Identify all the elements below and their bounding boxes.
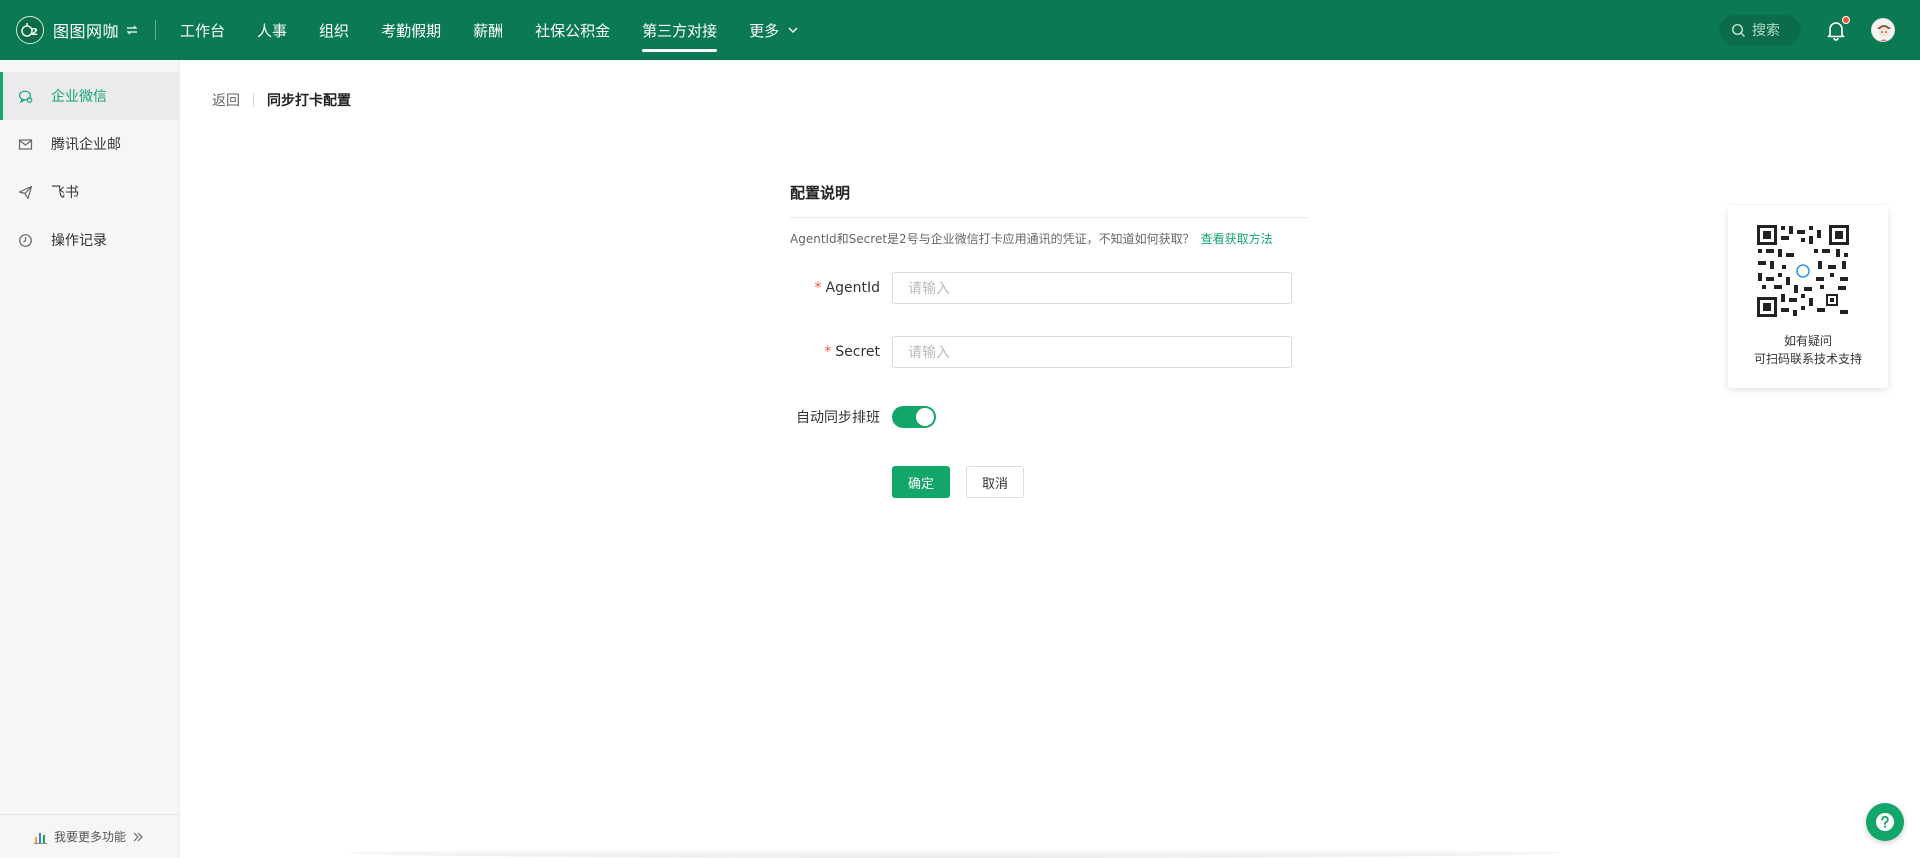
notification-badge	[1842, 16, 1850, 24]
nav-label: 社保公积金	[535, 21, 611, 40]
help-link[interactable]: 查看获取方法	[1201, 232, 1273, 246]
form-description: AgentId和Secret是2号与企业微信打卡应用通讯的凭证，不知道如何获取？…	[790, 230, 1310, 247]
search-placeholder: 搜索	[1752, 23, 1780, 39]
required-mark: *	[824, 344, 832, 360]
secret-input[interactable]: 请输入	[892, 336, 1292, 368]
field-label: Secret	[835, 344, 880, 360]
qr-caption-line2: 可扫码联系技术支持	[1753, 352, 1862, 366]
agentid-row: * AgentId 请输入	[790, 272, 1310, 304]
confirm-button[interactable]: 确定	[892, 466, 950, 498]
nav-personnel[interactable]: 人事	[241, 0, 303, 60]
header-actions: 搜索	[1719, 0, 1920, 60]
description-text: AgentId和Secret是2号与企业微信打卡应用通讯的凭证，不知道如何获取？	[790, 232, 1195, 246]
avatar[interactable]	[1871, 18, 1895, 42]
nav-organization[interactable]: 组织	[303, 0, 365, 60]
svg-text:2: 2	[31, 27, 38, 38]
qr-code-icon	[1756, 224, 1850, 318]
cancel-button[interactable]: 取消	[966, 466, 1024, 498]
nav-more[interactable]: 更多	[733, 0, 815, 60]
app-logo-icon: 2	[16, 16, 44, 44]
user-avatar-icon	[1872, 19, 1894, 41]
sidebar-item-label: 腾讯企业邮	[51, 137, 121, 153]
nav-social-insurance[interactable]: 社保公积金	[519, 0, 626, 60]
secret-label: * Secret	[790, 344, 892, 360]
search-box[interactable]: 搜索	[1719, 15, 1801, 45]
input-placeholder: 请输入	[908, 345, 950, 361]
nav-label: 薪酬	[473, 21, 504, 40]
nav-label: 人事	[257, 21, 288, 40]
nav-divider	[155, 20, 157, 40]
footer-shadow	[350, 848, 1560, 858]
nav-label: 考勤假期	[381, 21, 442, 40]
config-form: 配置说明 AgentId和Secret是2号与企业微信打卡应用通讯的凭证，不知道…	[790, 182, 1310, 498]
field-label: AgentId	[825, 280, 880, 296]
breadcrumb: 返回 同步打卡配置	[212, 90, 351, 110]
qr-caption: 如有疑问 可扫码联系技术支持	[1728, 332, 1888, 368]
agentid-input[interactable]: 请输入	[892, 272, 1292, 304]
nav-label: 组织	[319, 21, 350, 40]
chevron-down-icon	[788, 27, 798, 33]
breadcrumb-separator	[253, 93, 254, 107]
bar-chart-icon	[34, 832, 47, 844]
nav-label: 第三方对接	[642, 21, 718, 40]
form-title: 配置说明	[790, 182, 1310, 218]
search-icon	[1731, 23, 1745, 37]
back-link[interactable]: 返回	[212, 90, 240, 110]
toggle-knob	[916, 408, 934, 426]
nav-attendance[interactable]: 考勤假期	[365, 0, 457, 60]
secret-row: * Secret 请输入	[790, 336, 1310, 368]
required-mark: *	[814, 280, 822, 296]
double-chevron-right-icon	[133, 832, 143, 841]
sidebar-item-label: 企业微信	[51, 89, 107, 105]
logo[interactable]: 2 图图网咖	[16, 16, 139, 44]
sidebar-item-label: 飞书	[51, 185, 79, 201]
page-title: 同步打卡配置	[267, 93, 351, 109]
mail-icon	[18, 138, 33, 150]
nav-label: 工作台	[180, 21, 226, 40]
clock-icon	[19, 233, 32, 247]
app-name: 图图网咖	[53, 22, 120, 41]
sidebar-item-tencent-mail[interactable]: 腾讯企业邮	[0, 120, 179, 168]
chat-icon	[18, 90, 33, 103]
more-features-link[interactable]: 我要更多功能	[0, 814, 180, 858]
nav-third-party[interactable]: 第三方对接	[626, 0, 733, 60]
support-qr-card: 如有疑问 可扫码联系技术支持	[1728, 206, 1888, 388]
sidebar: 企业微信 腾讯企业邮 飞书 操作记录 我要更多功能	[0, 60, 180, 858]
nav-label: 更多	[749, 21, 780, 40]
top-nav-bar: 2 图图网咖 工作台 人事 组织 考勤假期 薪酬 社保公积金 第三方对接 更多 …	[0, 0, 1920, 60]
main-nav: 工作台 人事 组织 考勤假期 薪酬 社保公积金 第三方对接 更多	[164, 0, 815, 60]
actions-row: 确定 取消	[790, 466, 1310, 498]
sidebar-item-label: 操作记录	[51, 233, 107, 249]
agentid-label: * AgentId	[790, 280, 892, 296]
more-features-label: 我要更多功能	[54, 830, 127, 844]
nav-workbench[interactable]: 工作台	[164, 0, 241, 60]
sidebar-item-feishu[interactable]: 飞书	[0, 168, 179, 216]
auto-sync-label: 自动同步排班	[796, 410, 880, 426]
auto-sync-toggle[interactable]	[892, 406, 936, 428]
notification-button[interactable]	[1825, 16, 1850, 41]
question-icon	[1876, 813, 1894, 831]
auto-sync-row: 自动同步排班	[790, 406, 1310, 428]
sidebar-item-operation-log[interactable]: 操作记录	[0, 216, 179, 264]
send-icon	[18, 185, 33, 199]
input-placeholder: 请输入	[908, 281, 950, 297]
switch-icon[interactable]	[125, 23, 139, 37]
sidebar-item-wecom[interactable]: 企业微信	[0, 72, 179, 120]
qr-caption-line1: 如有疑问	[1783, 334, 1832, 348]
nav-payroll[interactable]: 薪酬	[457, 0, 519, 60]
help-float-button[interactable]	[1866, 803, 1904, 841]
